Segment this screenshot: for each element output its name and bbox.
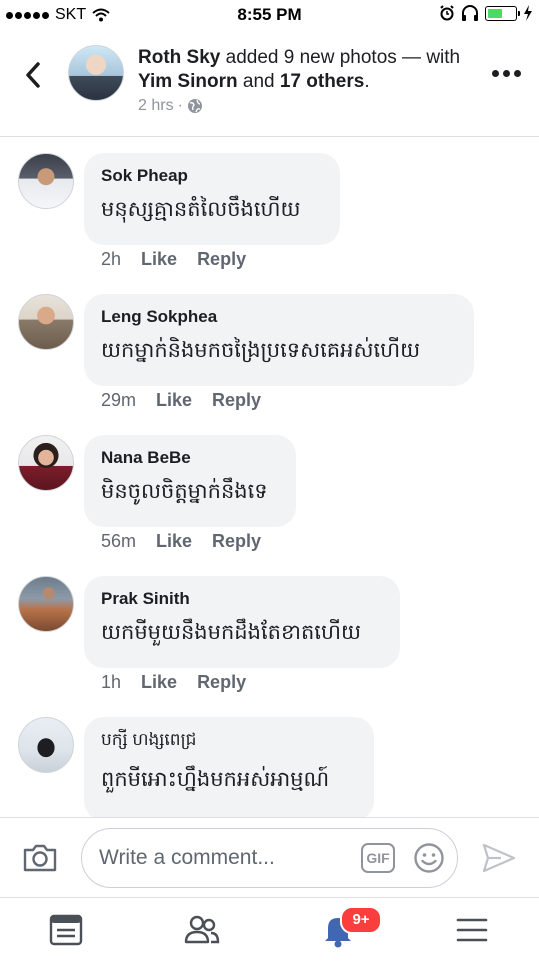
- tagged-others[interactable]: 17 others: [280, 71, 364, 92]
- send-icon[interactable]: [481, 842, 517, 874]
- news-feed-icon[interactable]: [46, 910, 86, 950]
- comment-actions: 56m Like Reply: [101, 531, 261, 552]
- globe-icon: [187, 99, 202, 113]
- reply-button[interactable]: Reply: [212, 531, 261, 552]
- tagged-user[interactable]: Yim Sinorn: [138, 71, 238, 92]
- charging-icon: [524, 5, 532, 21]
- bottom-tab-bar: 9+: [0, 897, 539, 961]
- back-button[interactable]: [22, 60, 46, 90]
- headphones-icon: [462, 5, 478, 21]
- comment-list: Sok Pheap មនុស្សគ្មានតំលៃចឹងហើយ 2h Like …: [0, 137, 539, 817]
- alarm-icon: [440, 5, 454, 21]
- comment-bubble: Prak Sinith យកមីមួយនឹងមកដឹងតែខាតហើយ: [84, 576, 400, 668]
- author-name[interactable]: Roth Sky: [138, 47, 220, 68]
- comment-time[interactable]: 1h: [101, 672, 121, 693]
- comment-bubble: Nana BeBe មិនចូលចិត្តម្នាក់នឹងទេ: [84, 435, 296, 527]
- comment-text: ពួកមីអោះហ្នឹងមកអស់អាម្មណ៍: [101, 768, 330, 791]
- comment-text: យកមីមួយនឹងមកដឹងតែខាតហើយ: [101, 621, 361, 644]
- comment-actions: 2h Like Reply: [101, 249, 246, 270]
- gif-button[interactable]: GIF: [361, 843, 395, 873]
- meta-separator: ·: [177, 97, 183, 114]
- comment-actions: 29m Like Reply: [101, 390, 261, 411]
- like-button[interactable]: Like: [156, 531, 192, 552]
- post-time[interactable]: 2 hrs: [138, 97, 174, 115]
- comment-bubble: Leng Sokphea យកម្នាក់និងមកចង្រៃប្រទេសគេអ…: [84, 294, 474, 386]
- commenter-avatar[interactable]: [18, 153, 74, 209]
- commenter-name[interactable]: Prak Sinith: [101, 588, 383, 610]
- status-bar: SKT 8:55 PM: [0, 0, 539, 30]
- and-text: and: [237, 71, 280, 92]
- comment-time[interactable]: 29m: [101, 390, 136, 411]
- author-avatar[interactable]: [68, 45, 124, 101]
- comment-bubble: បក្សី ហង្សពេជ្រ ពួកមីអោះហ្នឹងមកអស់អាម្មណ…: [84, 717, 374, 817]
- comment-time[interactable]: 56m: [101, 531, 136, 552]
- commenter-avatar[interactable]: [18, 435, 74, 491]
- title-period: .: [364, 71, 370, 92]
- post-header: Roth Sky added 9 new photos — with Yim S…: [0, 30, 539, 137]
- notification-badge: 9+: [340, 906, 382, 934]
- comment-text: មិនចូលចិត្តម្នាក់នឹងទេ: [101, 480, 268, 503]
- reply-button[interactable]: Reply: [212, 390, 261, 411]
- comment-time[interactable]: 2h: [101, 249, 121, 270]
- like-button[interactable]: Like: [156, 390, 192, 411]
- camera-icon[interactable]: [22, 842, 58, 874]
- menu-icon[interactable]: [452, 910, 492, 950]
- comment-actions: 1h Like Reply: [101, 672, 246, 693]
- comment-bubble: Sok Pheap មនុស្សគ្មានតំលៃចឹងហើយ: [84, 153, 340, 245]
- comment-text: មនុស្សគ្មានតំលៃចឹងហើយ: [101, 198, 301, 221]
- commenter-avatar[interactable]: [18, 294, 74, 350]
- like-button[interactable]: Like: [141, 249, 177, 270]
- commenter-avatar[interactable]: [18, 717, 74, 773]
- post-action-text: added 9 new photos — with: [220, 47, 461, 68]
- commenter-name[interactable]: បក្សី ហង្សពេជ្រ: [101, 729, 357, 751]
- friends-icon[interactable]: [182, 910, 222, 950]
- commenter-avatar[interactable]: [18, 576, 74, 632]
- commenter-name[interactable]: Nana BeBe: [101, 447, 279, 469]
- comment-input[interactable]: [81, 828, 458, 888]
- like-button[interactable]: Like: [141, 672, 177, 693]
- reply-button[interactable]: Reply: [197, 249, 246, 270]
- emoji-icon[interactable]: [413, 842, 445, 874]
- comment-composer: GIF: [0, 817, 539, 898]
- comment-text: យកម្នាក់និងមកចង្រៃប្រទេសគេអស់ហើយ: [101, 339, 421, 362]
- post-title: Roth Sky added 9 new photos — with Yim S…: [138, 46, 468, 94]
- commenter-name[interactable]: Sok Pheap: [101, 165, 323, 187]
- post-meta: 2 hrs ·: [138, 97, 203, 115]
- status-right: [439, 5, 533, 21]
- commenter-name[interactable]: Leng Sokphea: [101, 306, 457, 328]
- more-options-button[interactable]: [492, 70, 521, 77]
- reply-button[interactable]: Reply: [197, 672, 246, 693]
- battery-icon: [485, 5, 520, 21]
